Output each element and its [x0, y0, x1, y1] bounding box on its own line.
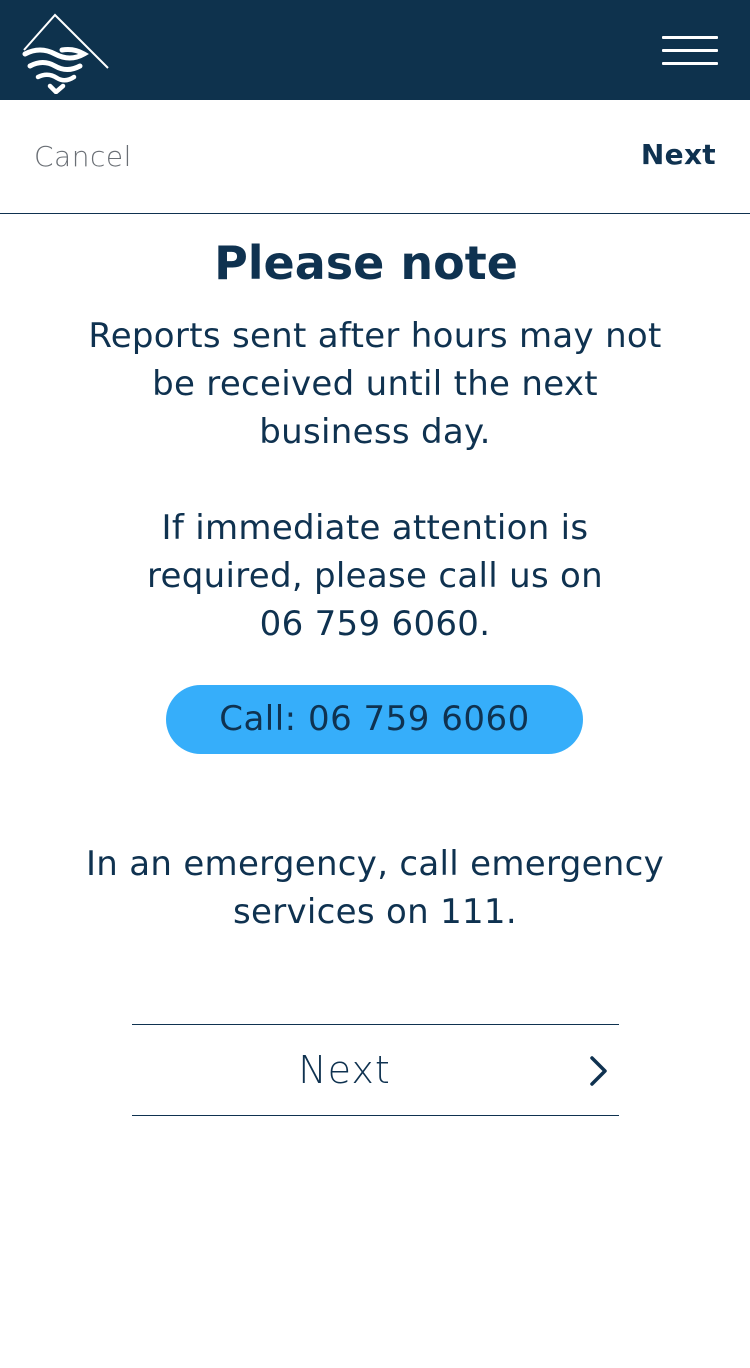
action-bar: Cancel Next — [0, 100, 750, 214]
immediate-attention-notice: If immediate attention is required, plea… — [0, 504, 750, 648]
notice-line: If immediate attention is — [161, 508, 589, 548]
hamburger-menu-button[interactable] — [662, 34, 722, 68]
emergency-notice: In an emergency, call emergency services… — [0, 840, 750, 936]
next-link-top[interactable]: Next — [641, 138, 716, 171]
notice-line: Reports sent after hours may not — [88, 316, 662, 356]
menu-bar-bottom — [662, 62, 718, 65]
next-button[interactable]: Next — [132, 1024, 619, 1116]
cancel-button[interactable]: Cancel — [34, 140, 132, 173]
menu-bar-middle — [662, 49, 718, 52]
next-button-label: Next — [298, 1048, 391, 1092]
app-header — [0, 0, 750, 100]
menu-bar-top — [662, 36, 718, 39]
mountain-wave-logo-icon[interactable] — [22, 12, 112, 94]
call-phone-button[interactable]: Call: 06 759 6060 — [166, 685, 583, 754]
notice-line: business day. — [259, 412, 491, 452]
notice-line: In an emergency, call emergency — [85, 844, 665, 884]
page-title: Please note — [214, 236, 518, 290]
chevron-right-icon — [590, 1056, 607, 1086]
after-hours-notice: Reports sent after hours may not be rece… — [0, 312, 750, 456]
notice-line: services on 111. — [233, 892, 517, 932]
notice-line: 06 759 6060. — [259, 604, 491, 644]
notice-line: required, please call us on — [146, 556, 604, 596]
notice-line: be received until the next — [152, 364, 598, 404]
